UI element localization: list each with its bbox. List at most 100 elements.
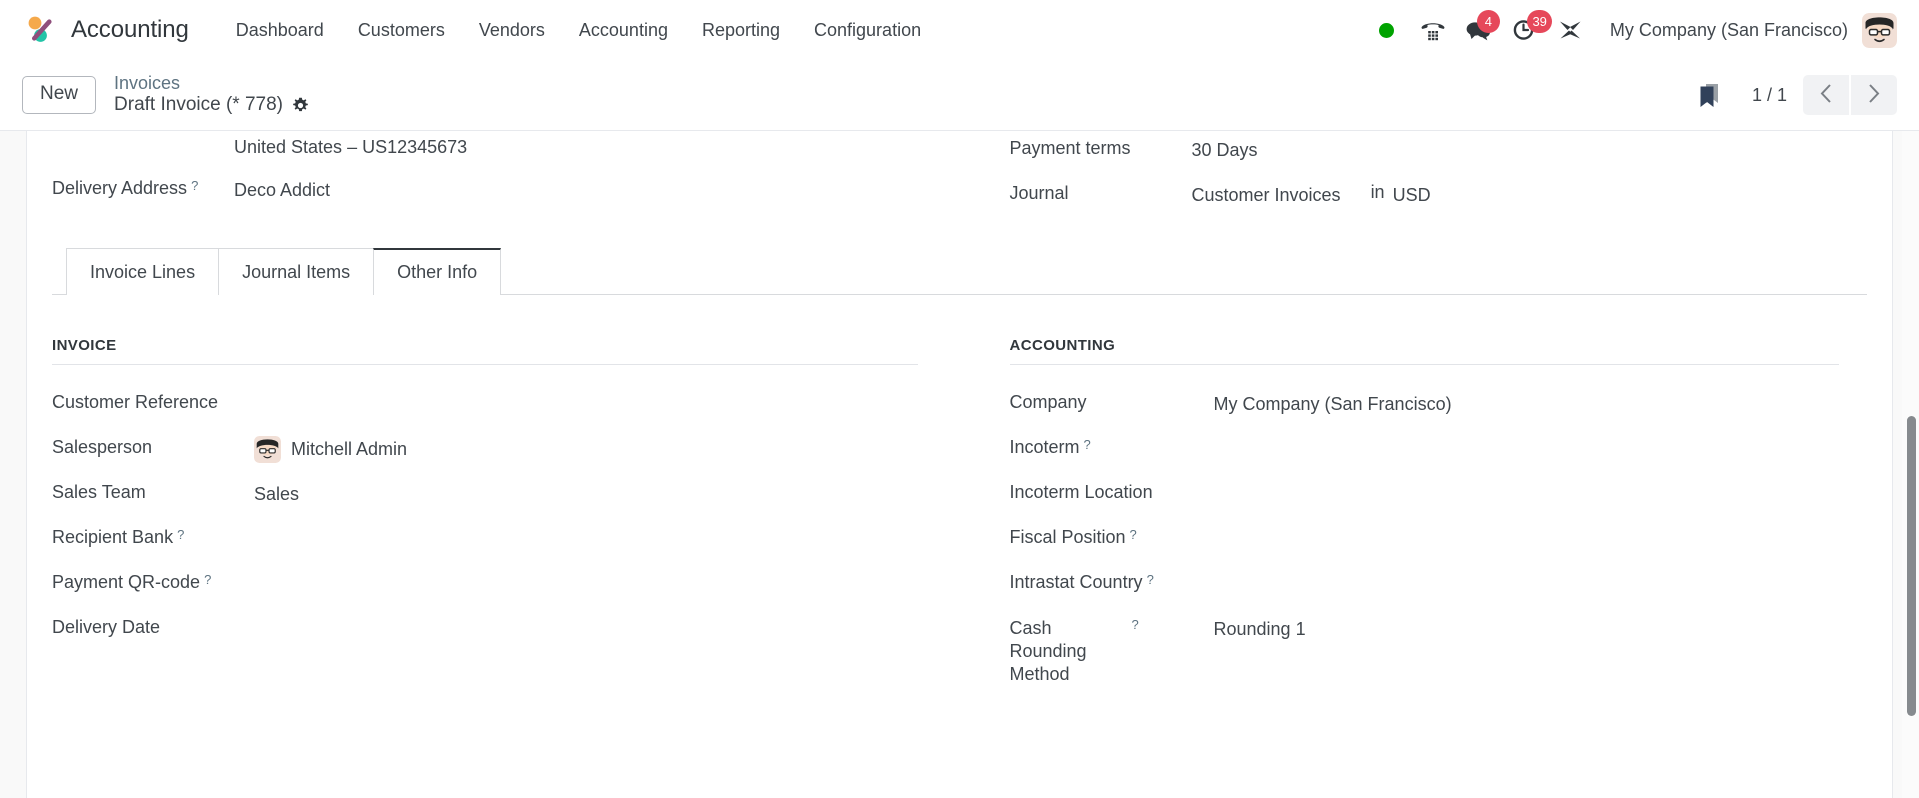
cash-rounding-method-label: Cash Rounding Method ? [1009,617,1139,685]
nav-configuration[interactable]: Configuration [797,12,938,49]
brand-name: Accounting [71,16,189,43]
field-sales-team: Sales Team Sales [52,481,918,526]
delivery-address-label: Delivery Address ? [52,178,199,198]
help-tooltip-icon[interactable]: ? [1147,573,1154,586]
breadcrumb-item-invoices[interactable]: Invoices [114,73,309,94]
field-incoterm-location: Incoterm Location [1010,481,1840,526]
delivery-date-label: Delivery Date [52,617,161,637]
page-title: Draft Invoice (* 778) [114,94,283,116]
accounting-group-title: ACCOUNTING [1009,337,1839,365]
systray: 4 39 My Company (San Francisco) [1364,8,1897,52]
company-value[interactable]: My Company (San Francisco) [1214,391,1452,417]
recipient-bank-label: Recipient Bank ? [52,527,185,547]
currency-value[interactable]: USD [1393,182,1431,208]
new-record-button[interactable]: New [22,76,97,114]
incoterm-label: Incoterm ? [1009,437,1091,457]
field-salesperson: Salesperson Mitchell Admin [52,436,918,481]
customer-reference-label: Customer Reference [52,392,219,412]
nav-customers[interactable]: Customers [341,12,462,49]
accounting-group: ACCOUNTING Company My Company (San Franc… [960,337,1868,686]
nav-accounting[interactable]: Accounting [562,12,685,49]
payment-qr-code-label: Payment QR-code ? [52,572,212,592]
cash-rounding-method-value[interactable]: Rounding 1 [1214,616,1306,642]
help-tooltip-icon[interactable]: ? [191,179,198,192]
company-label: Company [1009,392,1087,412]
activities-menu-button[interactable]: 39 [1502,8,1552,52]
pager-previous-button[interactable] [1803,75,1849,115]
nav-vendors[interactable]: Vendors [462,12,562,49]
messages-count-badge: 4 [1476,10,1500,33]
help-tooltip-icon[interactable]: ? [177,528,184,541]
form-header-group: United States – US12345673 Delivery Addr… [52,131,1867,227]
user-avatar-icon[interactable] [1862,12,1897,48]
payment-terms-label: Payment terms [1009,138,1131,158]
salesperson-value: Mitchell Admin [291,439,408,459]
gear-icon[interactable] [292,97,309,114]
developer-tools-icon[interactable] [1548,8,1594,52]
chevron-left-icon [1819,83,1833,107]
intrastat-country-label: Intrastat Country ? [1009,572,1154,592]
pager-controls [1803,75,1897,115]
chevron-right-icon [1867,83,1881,107]
scrollbar-thumb[interactable] [1907,416,1916,716]
field-fiscal-position: Fiscal Position ? [1010,526,1840,571]
control-panel: New Invoices Draft Invoice (* 778) 1 / 1 [0,60,1919,131]
odoo-accounting-logo-icon [24,13,58,47]
journal-label: Journal [1009,183,1069,203]
invoice-form: United States – US12345673 Delivery Addr… [26,131,1893,798]
nav-reporting[interactable]: Reporting [685,12,797,49]
pager-next-button[interactable] [1851,75,1897,115]
vertical-scrollbar[interactable] [1902,131,1919,798]
messages-menu-button[interactable]: 4 [1456,8,1502,52]
control-panel-right: 1 / 1 [1690,75,1897,115]
main-menu: Dashboard Customers Vendors Accounting R… [219,12,938,49]
help-tooltip-icon[interactable]: ? [1130,528,1137,541]
fiscal-position-label: Fiscal Position ? [1009,527,1137,547]
field-intrastat-country: Intrastat Country ? [1010,571,1840,616]
help-tooltip-icon[interactable]: ? [1132,618,1139,631]
presence-dot [1379,22,1395,38]
tab-other-info[interactable]: Other Info [373,248,502,295]
field-incoterm: Incoterm ? [1010,436,1840,481]
notebook-tabs: Invoice Lines Journal Items Other Info [52,248,1867,295]
brand-home-link[interactable]: Accounting [24,13,189,47]
field-payment-qr-code: Payment QR-code ? [52,571,918,616]
field-company: Company My Company (San Francisco) [1010,391,1840,436]
field-customer-reference: Customer Reference [52,391,918,436]
header-left-column: United States – US12345673 Delivery Addr… [52,137,960,227]
top-navbar: Accounting Dashboard Customers Vendors A… [0,0,1919,60]
journal-value[interactable]: Customer Invoices [1192,182,1341,208]
field-cash-rounding-method: Cash Rounding Method ? Rounding 1 [1010,616,1840,686]
sales-team-value[interactable]: Sales [254,481,299,507]
tab-panel-other-info: INVOICE Customer Reference Salesperson M… [52,295,1867,686]
pager-counter[interactable]: 1 / 1 [1752,85,1787,106]
user-avatar-icon [254,436,281,463]
invoice-group-title: INVOICE [52,337,918,365]
field-journal: Journal Customer Invoices in USD [1010,182,1868,227]
presence-online-dot-icon[interactable] [1364,8,1410,52]
sales-team-label: Sales Team [52,482,146,502]
help-tooltip-icon[interactable]: ? [1084,438,1091,451]
current-company-label[interactable]: My Company (San Francisco) [1610,20,1848,41]
field-delivery-address: Delivery Address ? Deco Addict [52,177,960,222]
field-recipient-bank: Recipient Bank ? [52,526,918,571]
phone-dialpad-icon[interactable] [1410,8,1456,52]
incoterm-location-label: Incoterm Location [1009,482,1153,502]
form-scroll-area: United States – US12345673 Delivery Addr… [0,131,1919,798]
nav-dashboard[interactable]: Dashboard [219,12,341,49]
salesperson-label: Salesperson [52,437,153,457]
tab-invoice-lines[interactable]: Invoice Lines [66,248,220,295]
breadcrumb: Invoices Draft Invoice (* 778) [114,73,309,117]
field-delivery-date: Delivery Date [52,616,918,661]
bookmark-icon[interactable] [1690,75,1730,115]
tab-journal-items[interactable]: Journal Items [218,248,375,295]
invoice-group: INVOICE Customer Reference Salesperson M… [52,337,960,686]
help-tooltip-icon[interactable]: ? [204,573,211,586]
tax-id-value: United States – US12345673 [234,137,468,157]
field-payment-terms: Payment terms 30 Days [1010,137,1868,182]
delivery-address-value[interactable]: Deco Addict [234,177,330,203]
header-right-column: Payment terms 30 Days Journal Customer I… [960,137,1868,227]
salesperson-value-wrap[interactable]: Mitchell Admin [254,436,407,463]
currency-separator-label: in [1370,182,1385,202]
payment-terms-value[interactable]: 30 Days [1192,137,1258,163]
